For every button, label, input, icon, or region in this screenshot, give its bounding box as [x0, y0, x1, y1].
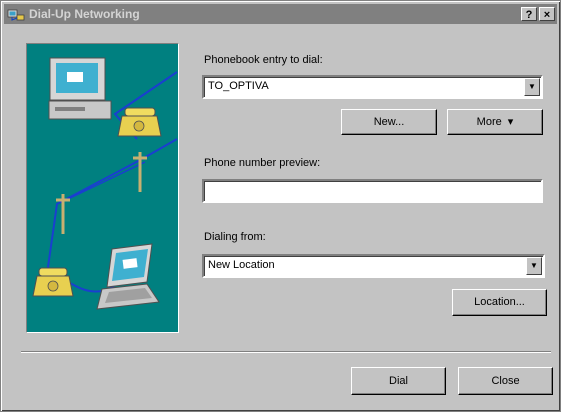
location-button-label: Location... [474, 296, 525, 308]
phonebook-entry-label: Phonebook entry to dial: [204, 54, 323, 66]
dialing-from-dropdown[interactable]: New Location ▼ [202, 254, 545, 278]
phone-preview-field [202, 179, 543, 203]
phone-preview-label: Phone number preview: [204, 157, 321, 169]
phonebook-entry-dropdown[interactable]: TO_OPTIVA ▼ [202, 75, 543, 99]
dial-up-networking-icon [7, 9, 25, 21]
dial-up-networking-dialog: Dial-Up Networking ? × Phonebook entry t… [0, 0, 561, 412]
phonebook-entry-value: TO_OPTIVA [208, 80, 269, 92]
chevron-down-icon: ▾ [507, 116, 514, 128]
close-button-label: Close [491, 375, 520, 387]
close-window-button[interactable]: × [539, 7, 555, 21]
dial-up-illustration [26, 43, 179, 333]
help-button[interactable]: ? [521, 7, 537, 21]
dialing-from-value: New Location [208, 259, 275, 271]
new-button-label: New... [373, 116, 405, 128]
more-button[interactable]: More ▾ [447, 109, 543, 135]
network-illustration-graphic [32, 57, 178, 310]
dial-button[interactable]: Dial [351, 367, 446, 395]
more-button-label: More [476, 116, 502, 128]
separator-line [21, 351, 551, 353]
dropdown-arrow-icon[interactable]: ▼ [526, 257, 542, 275]
title-bar[interactable]: Dial-Up Networking ? × [4, 4, 557, 24]
window-title: Dial-Up Networking [29, 7, 140, 21]
new-entry-button[interactable]: New... [341, 109, 437, 135]
dropdown-arrow-icon[interactable]: ▼ [524, 78, 540, 96]
close-button[interactable]: Close [458, 367, 553, 395]
dialing-from-label: Dialing from: [204, 231, 266, 243]
location-button[interactable]: Location... [452, 289, 547, 316]
dial-button-label: Dial [389, 375, 408, 387]
